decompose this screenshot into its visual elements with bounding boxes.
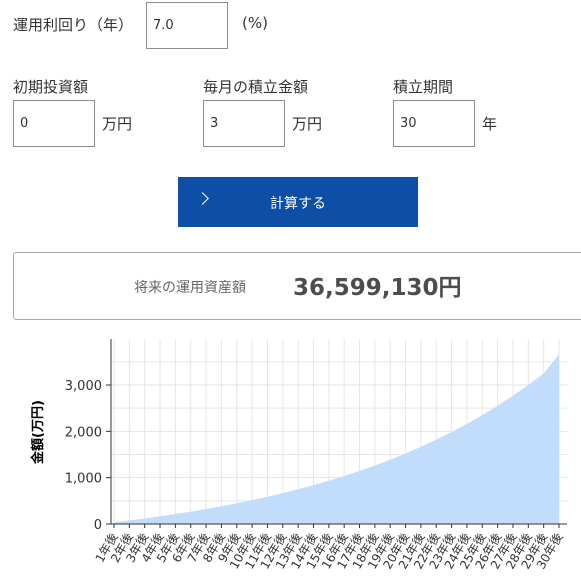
monthly-label: 毎月の積立金額	[203, 78, 309, 96]
period-input[interactable]	[393, 100, 475, 147]
period-unit: 年	[482, 115, 498, 133]
rate-label: 運用利回り（年）	[13, 16, 134, 34]
series-area	[114, 354, 559, 524]
y-tick-label: 1,000	[65, 472, 102, 487]
result-label: 将来の運用資産額	[134, 280, 246, 296]
rate-unit: (%)	[242, 14, 268, 32]
rate-input[interactable]	[146, 2, 228, 49]
y-tick-label: 3,000	[65, 379, 102, 394]
monthly-input[interactable]	[203, 100, 285, 147]
calculate-button-label: 計算する	[270, 196, 326, 212]
y-tick-label: 2,000	[65, 425, 102, 440]
initial-unit: 万円	[102, 115, 133, 133]
result-value: 36,599,130円	[293, 275, 462, 301]
initial-input[interactable]	[13, 100, 95, 147]
monthly-unit: 万円	[292, 115, 323, 133]
y-tick-label: 0	[94, 518, 102, 533]
period-label: 積立期間	[393, 78, 454, 96]
y-axis-label: 金額(万円)	[30, 400, 46, 465]
result-box: 将来の運用資産額 36,599,130円	[13, 252, 581, 320]
initial-label: 初期投資額	[13, 78, 89, 96]
asset-growth-chart: 01,0002,0003,0001年後2年後3年後4年後5年後6年後7年後8年後…	[30, 339, 567, 572]
calculate-button[interactable]: 計算する	[178, 177, 418, 227]
